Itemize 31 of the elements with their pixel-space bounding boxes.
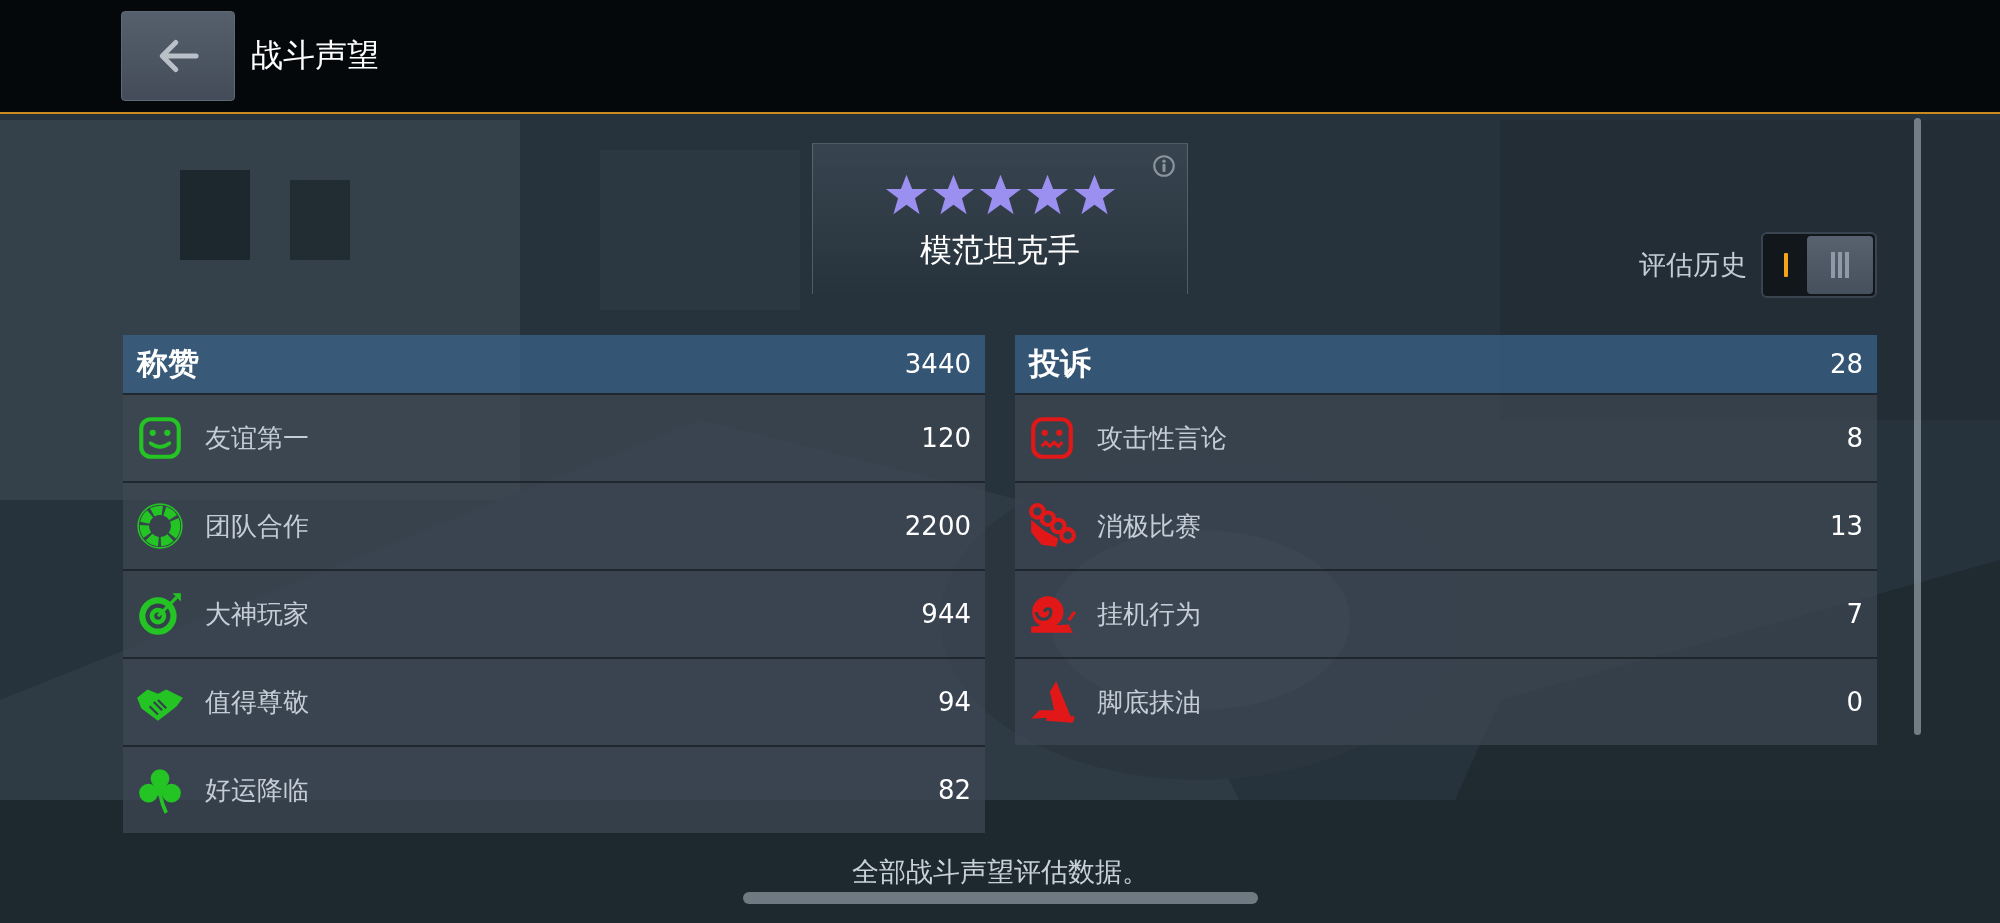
footer-note: 全部战斗声望评估数据。 [851, 856, 1149, 888]
stat-count: 944 [921, 599, 971, 629]
stat-label: 攻击性言论 [1097, 421, 1228, 455]
back-button[interactable] [121, 11, 235, 101]
stat-count: 2200 [904, 511, 971, 541]
stat-count: 13 [1829, 511, 1863, 541]
bars-icon [1831, 252, 1849, 278]
panel-title: 投诉 [1029, 344, 1091, 383]
info-icon[interactable] [1151, 153, 1177, 179]
stat-count: 94 [937, 687, 971, 717]
stat-label: 友谊第一 [205, 421, 310, 455]
stat-label: 消极比赛 [1097, 509, 1202, 543]
history-label: 评估历史 [1639, 248, 1747, 282]
stat-label: 好运降临 [205, 773, 310, 807]
stat-count: 7 [1846, 599, 1863, 629]
total-count: 28 [1829, 349, 1863, 379]
total-count: 3440 [904, 349, 971, 379]
page-title: 战斗声望 [251, 35, 379, 76]
stat-count: 120 [921, 423, 971, 453]
stat-label: 大神玩家 [205, 597, 310, 631]
panel-title: 称赞 [137, 344, 199, 383]
stat-label: 挂机行为 [1097, 597, 1202, 631]
stat-label: 团队合作 [205, 509, 310, 543]
rank-title: 模范坦克手 [920, 230, 1080, 271]
scrollbar[interactable] [1914, 118, 1921, 735]
bar-icon [1784, 253, 1788, 277]
stat-count: 0 [1846, 687, 1863, 717]
stat-count: 82 [937, 775, 971, 805]
stat-label: 值得尊敬 [205, 685, 310, 719]
stat-label: 脚底抹油 [1097, 685, 1202, 719]
stat-count: 8 [1846, 423, 1863, 453]
